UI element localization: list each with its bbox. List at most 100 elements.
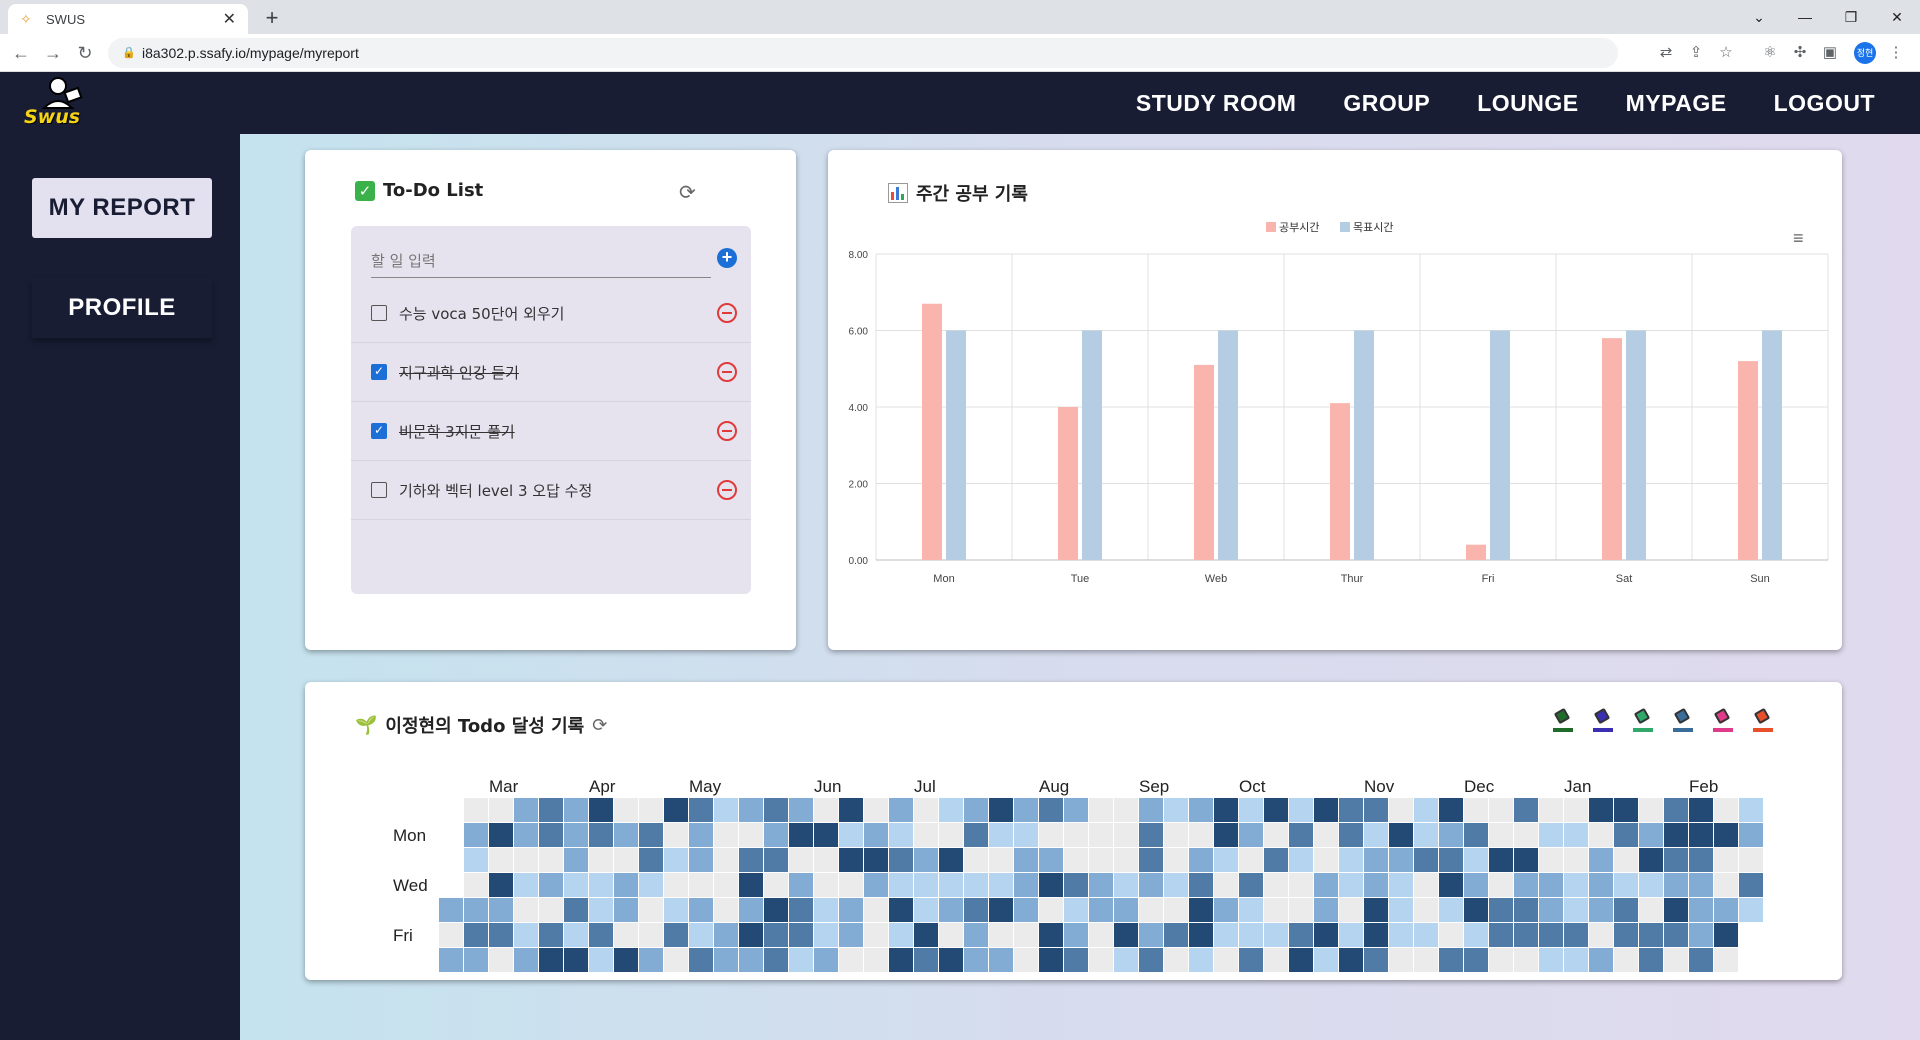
heatmap-cell — [1614, 898, 1638, 922]
heatmap-cell — [1489, 873, 1513, 897]
paint-bucket-icon[interactable] — [1753, 707, 1773, 732]
todo-checkbox[interactable]: ✓ — [371, 423, 387, 439]
delete-todo-icon[interactable] — [717, 362, 737, 382]
heatmap-cell — [1164, 823, 1188, 847]
heatmap-cell — [889, 898, 913, 922]
swus-logo[interactable]: Swus — [22, 76, 92, 132]
todo-checkbox[interactable] — [371, 305, 387, 321]
heatmap-cell — [1314, 948, 1338, 972]
heatmap-cell — [839, 923, 863, 947]
heatmap-refresh-icon[interactable]: ⟳ — [592, 715, 607, 736]
nav-mypage[interactable]: MYPAGE — [1626, 90, 1727, 117]
heatmap-cell — [1164, 923, 1188, 947]
restore-icon[interactable]: ❐ — [1828, 2, 1874, 32]
heatmap-cell — [1239, 923, 1263, 947]
heatmap-cell — [864, 948, 888, 972]
add-todo-icon[interactable]: + — [717, 248, 737, 268]
heatmap-cell — [1539, 898, 1563, 922]
heatmap-cell — [1089, 923, 1113, 947]
nav-group[interactable]: GROUP — [1343, 90, 1430, 117]
heatmap-cell — [1014, 948, 1038, 972]
heatmap-cell — [1214, 873, 1238, 897]
extensions-puzzle-icon[interactable]: ✣ — [1790, 43, 1810, 63]
side-panel-icon[interactable]: ▣ — [1820, 43, 1840, 63]
paint-bucket-icon[interactable] — [1633, 707, 1653, 732]
extension-react-icon[interactable]: ⚛ — [1760, 43, 1780, 63]
todo-input[interactable] — [371, 244, 711, 278]
tab-search-icon[interactable]: ⌄ — [1736, 2, 1782, 32]
heatmap-cell — [1389, 898, 1413, 922]
heatmap-cell — [1414, 948, 1438, 972]
delete-todo-icon[interactable] — [717, 480, 737, 500]
nav-study-room[interactable]: STUDY ROOM — [1136, 90, 1296, 117]
translate-icon[interactable]: ⇄ — [1656, 43, 1676, 63]
address-bar[interactable]: 🔒 i8a302.p.ssafy.io/mypage/myreport — [108, 38, 1618, 68]
heatmap-cell — [589, 898, 613, 922]
heatmap-cell — [1264, 823, 1288, 847]
browser-tab[interactable]: ✧ SWUS ✕ — [8, 4, 248, 34]
heatmap-cell — [1664, 798, 1688, 822]
profile-avatar[interactable]: 정현 — [1854, 42, 1876, 64]
todo-checkbox[interactable] — [371, 482, 387, 498]
heatmap-cell — [564, 923, 588, 947]
heatmap-cell — [1564, 948, 1588, 972]
minimize-icon[interactable]: — — [1782, 2, 1828, 32]
heatmap-cell — [1139, 798, 1163, 822]
heatmap-cell — [1589, 823, 1613, 847]
close-tab-icon[interactable]: ✕ — [223, 9, 236, 29]
sidebar-item-profile[interactable]: PROFILE — [32, 278, 212, 338]
todo-card: ✓ To-Do List ⟳ + 수능 voca 50단어 외우기 ✓ 지구과학 인… — [305, 150, 796, 650]
heatmap-cell — [1089, 798, 1113, 822]
month-label: Sep — [1139, 777, 1169, 796]
heatmap-cell — [789, 798, 813, 822]
bookmark-star-icon[interactable]: ☆ — [1716, 43, 1736, 63]
goal-time-bar — [946, 330, 966, 560]
heatmap-cell — [714, 848, 738, 872]
share-icon[interactable]: ⇪ — [1686, 43, 1706, 63]
heatmap-cell — [1439, 823, 1463, 847]
heatmap-cell — [1189, 923, 1213, 947]
heatmap-cell — [1164, 848, 1188, 872]
heatmap-cell — [1114, 873, 1138, 897]
window-close-icon[interactable]: ✕ — [1874, 2, 1920, 32]
forward-icon[interactable]: → — [40, 40, 66, 66]
paint-bucket-icon[interactable] — [1553, 707, 1573, 732]
heatmap-cell — [539, 823, 563, 847]
paint-bucket-icon[interactable] — [1713, 707, 1733, 732]
heatmap-cell — [1289, 848, 1313, 872]
sidebar-item-my-report[interactable]: MY REPORT — [32, 178, 212, 238]
y-tick-label: 0.00 — [849, 556, 869, 567]
heatmap-cell — [914, 948, 938, 972]
heatmap-cell — [1664, 848, 1688, 872]
heatmap-cell — [1714, 898, 1738, 922]
heatmap-cell — [1114, 823, 1138, 847]
favicon-icon: ✧ — [20, 11, 32, 27]
heatmap-cell — [989, 848, 1013, 872]
refresh-icon[interactable]: ⟳ — [679, 180, 696, 205]
paint-bucket-icon[interactable] — [1593, 707, 1613, 732]
delete-todo-icon[interactable] — [717, 303, 737, 323]
heatmap-cell — [1239, 873, 1263, 897]
heatmap-cell — [1439, 923, 1463, 947]
back-icon[interactable]: ← — [8, 40, 34, 66]
heatmap-cell — [1714, 873, 1738, 897]
delete-todo-icon[interactable] — [717, 421, 737, 441]
heatmap-cell — [1689, 798, 1713, 822]
bucket-color-bar — [1593, 728, 1613, 732]
paint-bucket-icon[interactable] — [1673, 707, 1693, 732]
new-tab-icon[interactable]: + — [258, 4, 286, 32]
heatmap-cell — [639, 798, 663, 822]
todo-checkbox[interactable]: ✓ — [371, 364, 387, 380]
reload-icon[interactable]: ↻ — [72, 40, 98, 66]
nav-logout[interactable]: LOGOUT — [1774, 90, 1875, 117]
heatmap-cell — [589, 873, 613, 897]
weekday-label: Mon — [393, 826, 426, 845]
heatmap-cell — [814, 798, 838, 822]
nav-lounge[interactable]: LOUNGE — [1477, 90, 1578, 117]
heatmap-cell — [839, 948, 863, 972]
heatmap-cell — [1489, 823, 1513, 847]
heatmap-cell — [1389, 798, 1413, 822]
heatmap-cell — [864, 923, 888, 947]
heatmap-cell — [1539, 848, 1563, 872]
menu-kebab-icon[interactable]: ⋮ — [1886, 43, 1906, 63]
